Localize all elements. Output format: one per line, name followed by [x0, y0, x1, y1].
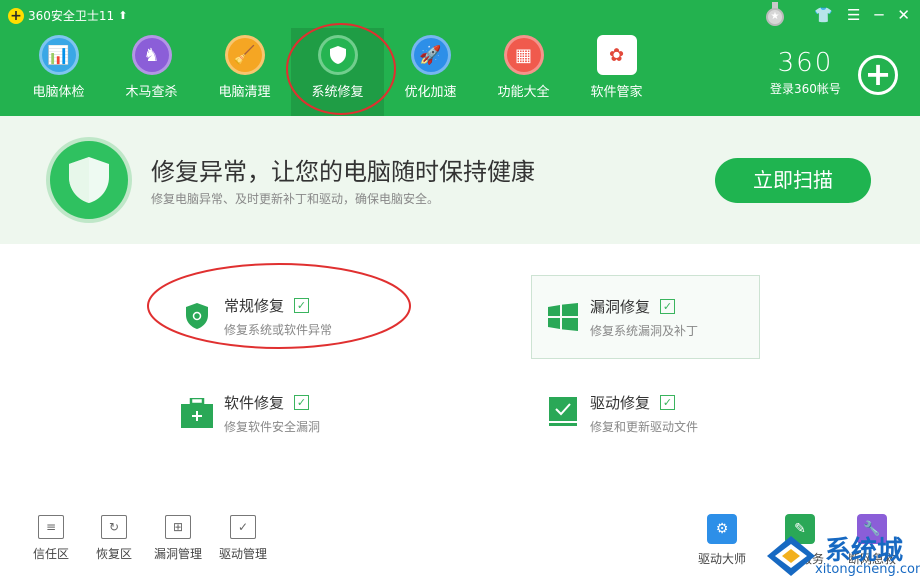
item-desc: 修复软件安全漏洞: [224, 420, 321, 434]
gear-icon: ⚙: [707, 514, 737, 544]
tool-driver-manage[interactable]: ✓ 驱动管理: [219, 515, 267, 562]
nav-item-software[interactable]: ✿ 软件管家: [570, 28, 663, 116]
app-title-text: 360安全卫士11: [28, 9, 115, 23]
rocket-icon: 🚀: [410, 35, 451, 75]
nav-label: 优化加速: [404, 85, 457, 100]
skin-icon[interactable]: 👕: [814, 6, 833, 24]
driver-icon: ✓: [230, 515, 256, 539]
monitor-icon: 📊: [38, 35, 79, 75]
package-icon: [180, 396, 214, 430]
nav-label: 软件管家: [590, 85, 643, 100]
nav-label: 功能大全: [497, 85, 550, 100]
scan-button[interactable]: 立即扫描: [715, 158, 871, 203]
banner-title: 修复异常，让您的电脑随时保持健康: [151, 158, 535, 186]
tool-label: 漏洞管理: [154, 547, 203, 561]
app-title: + 360安全卫士11 ⬆: [8, 7, 127, 24]
tool-restore-zone[interactable]: ↻ 恢复区: [96, 515, 132, 562]
restore-icon: ↻: [101, 515, 127, 539]
nav-item-trojan[interactable]: ♞ 木马查杀: [105, 28, 198, 116]
minimize-icon[interactable]: ─: [874, 6, 883, 24]
flower-icon: ✿: [596, 35, 637, 75]
driver-icon: [546, 396, 580, 430]
tool-vuln-manage[interactable]: ⊞ 漏洞管理: [154, 515, 202, 562]
360-logo-icon: +: [8, 7, 24, 24]
nav-label: 电脑清理: [218, 85, 271, 100]
shield-icon: [46, 137, 132, 223]
repair-item-vuln[interactable]: 漏洞修复 ✓ 修复系统漏洞及补丁: [531, 275, 760, 359]
login-link[interactable]: 登录360帐号: [770, 80, 841, 97]
annotation-circle: [147, 263, 411, 349]
repair-item-driver[interactable]: 驱动修复 ✓ 修复和更新驱动文件: [546, 392, 698, 435]
tool-label: 驱动大师: [698, 552, 747, 566]
tool-label: 恢复区: [96, 547, 133, 561]
item-checkbox[interactable]: ✓: [660, 299, 676, 314]
item-checkbox[interactable]: ✓: [660, 395, 676, 410]
account-area[interactable]: 360 登录360帐号: [770, 48, 841, 97]
upgrade-arrow-icon[interactable]: ⬆: [118, 9, 127, 22]
item-title: 驱动修复: [590, 394, 651, 412]
item-desc: 修复和更新驱动文件: [590, 420, 699, 434]
tool-label: 信任区: [33, 547, 70, 561]
item-desc: 修复系统漏洞及补丁: [590, 324, 699, 338]
window-controls: 👕 ☰ ─ ✕: [814, 6, 910, 24]
grid-icon: ▦: [503, 35, 544, 75]
brand-360: 360: [777, 48, 834, 78]
tool-driver-master[interactable]: ⚙ 驱动大师: [698, 514, 746, 567]
tool-label: 驱动管理: [219, 547, 268, 561]
nav-item-features[interactable]: ▦ 功能大全: [477, 28, 570, 116]
medal-icon[interactable]: ★: [764, 2, 786, 28]
nav-label: 木马查杀: [125, 85, 178, 100]
watermark-url: xitongcheng.com: [815, 562, 920, 577]
item-checkbox[interactable]: ✓: [294, 395, 310, 410]
menu-icon[interactable]: ☰: [847, 6, 860, 24]
nav-item-checkup[interactable]: 📊 电脑体检: [12, 28, 105, 116]
watermark-logo-icon: [767, 536, 815, 576]
nav-label: 电脑体检: [32, 85, 85, 100]
banner-subtitle: 修复电脑异常、及时更新补丁和驱动，确保电脑安全。: [151, 192, 440, 206]
close-icon[interactable]: ✕: [897, 6, 910, 24]
repair-item-software[interactable]: 软件修复 ✓ 修复软件安全漏洞: [180, 392, 320, 435]
broom-icon: 🧹: [224, 35, 265, 75]
annotation-circle: [286, 23, 396, 115]
item-title: 漏洞修复: [590, 298, 651, 316]
tool-trust-zone[interactable]: ≡ 信任区: [33, 515, 69, 562]
nav-item-cleanup[interactable]: 🧹 电脑清理: [198, 28, 291, 116]
horse-icon: ♞: [131, 35, 172, 75]
watermark: 系统城 xitongcheng.com: [765, 528, 920, 580]
windows-icon: [546, 300, 580, 334]
windows-icon: ⊞: [165, 515, 191, 539]
add-icon[interactable]: +: [858, 55, 898, 95]
item-title: 软件修复: [224, 394, 285, 412]
trust-icon: ≡: [38, 515, 64, 539]
